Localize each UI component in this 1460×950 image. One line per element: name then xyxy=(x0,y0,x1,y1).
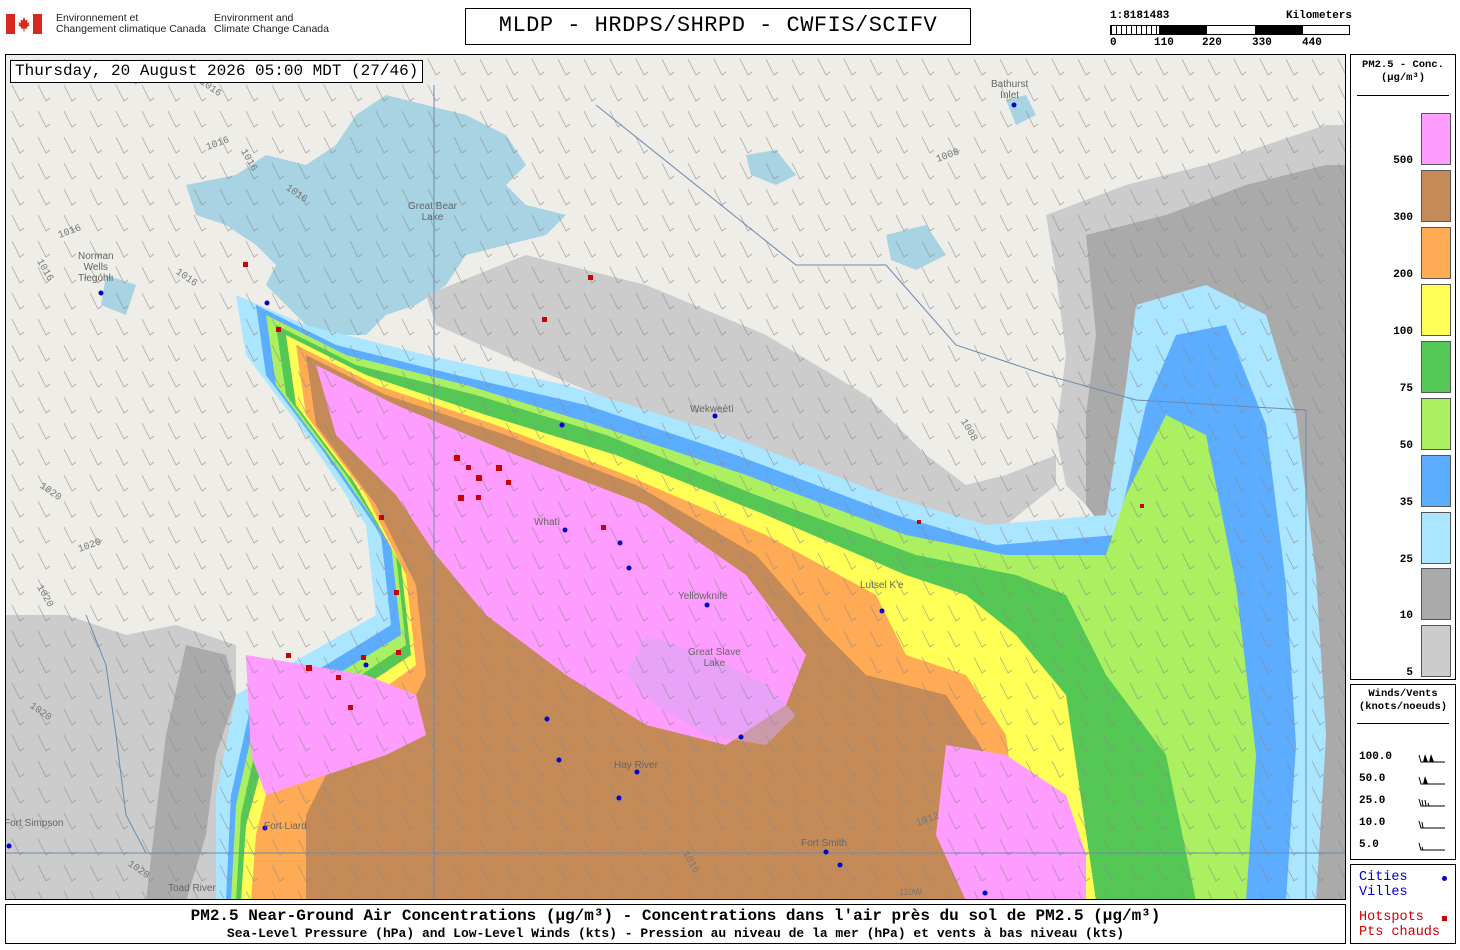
legend-swatch-10 xyxy=(1421,568,1451,620)
legend-level-label: 300 xyxy=(1393,212,1413,224)
wind-barb-icon xyxy=(1418,820,1445,829)
wind-legend-row: 25.0 xyxy=(1359,795,1451,811)
legend-level-label: 5 xyxy=(1406,667,1413,679)
wind-barbs xyxy=(6,55,1345,899)
scale-tick: 220 xyxy=(1202,37,1222,49)
legend-level-label: 10 xyxy=(1399,610,1413,622)
wind-speed-label: 25.0 xyxy=(1359,795,1386,807)
map-caption: PM2.5 Near-Ground Air Concentrations (µg… xyxy=(5,904,1346,944)
model-title: MLDP - HRDPS/SHRPD - CWFIS/SCIFV xyxy=(465,8,971,45)
legend-level-label: 25 xyxy=(1399,554,1413,566)
place-label: Great Bear Lake xyxy=(408,201,457,223)
legend-level-label: 200 xyxy=(1393,269,1413,281)
place-label: Toad River xyxy=(168,883,216,894)
scale-bar: 1:8181483 Kilometers 0 110 220 330 440 xyxy=(1110,10,1352,50)
legend-swatch-75 xyxy=(1421,341,1451,393)
caption-line-1: PM2.5 Near-Ground Air Concentrations (µg… xyxy=(190,907,1161,925)
wind-legend-row: 5.0 xyxy=(1359,839,1451,855)
government-name-french: Environnement et Changement climatique C… xyxy=(56,12,207,35)
wind-legend-row: 50.0 xyxy=(1359,773,1451,789)
legend-level-label: 100 xyxy=(1393,326,1413,338)
dispersion-map[interactable]: Bathurst Inlet Great Bear Lake Norman Well… xyxy=(5,54,1346,900)
wind-barb-icon xyxy=(1418,754,1445,763)
wind-legend-title: Winds/Vents (knots/noeuds) xyxy=(1358,688,1448,713)
map-canvas xyxy=(6,55,1345,899)
cities-label-en: Cities xyxy=(1359,870,1408,885)
wind-speed-label: 100.0 xyxy=(1359,751,1393,763)
wind-speed-label: 5.0 xyxy=(1359,839,1379,851)
scale-ratio: 1:8181483 xyxy=(1110,10,1170,22)
wind-speed-label: 10.0 xyxy=(1359,817,1386,829)
scale-tick: 0 xyxy=(1110,37,1117,49)
place-label: Fort Simpson xyxy=(5,818,64,829)
scale-unit: Kilometers xyxy=(1285,10,1352,22)
wind-barb-icon xyxy=(1418,842,1445,851)
legend-swatch-5 xyxy=(1421,625,1451,677)
caption-line-2: Sea-Level Pressure (hPa) and Low-Level W… xyxy=(226,926,1125,941)
place-label: Great Slave Lake xyxy=(688,647,741,669)
legend-level-label: 75 xyxy=(1399,383,1413,395)
graticule-label: 110W xyxy=(899,887,922,897)
wind-barb-icon xyxy=(1418,776,1445,785)
scale-tick: 330 xyxy=(1252,37,1272,49)
hotspot-square-icon xyxy=(1442,916,1447,921)
hotspots-label-fr: Pts chauds xyxy=(1359,925,1441,940)
place-label: Whatì xyxy=(534,517,561,528)
place-label: Hay River xyxy=(614,760,658,771)
place-label: Fort Liard xyxy=(264,821,307,832)
legend-swatch-300 xyxy=(1421,170,1451,222)
legend-level-label: 35 xyxy=(1399,497,1413,509)
scale-bar-segments xyxy=(1110,25,1350,35)
scale-tick: 110 xyxy=(1154,37,1174,49)
concentration-legend: PM2.5 - Conc. (µg/m³) 500 300 200 100 75 50 35… xyxy=(1350,54,1456,680)
wind-legend-row: 100.0 xyxy=(1359,751,1451,767)
legend-level-label: 50 xyxy=(1399,440,1413,452)
legend-swatch-200 xyxy=(1421,227,1451,279)
legend-level-label: 500 xyxy=(1393,155,1413,167)
scale-ticks: 0 110 220 330 440 xyxy=(1110,37,1350,49)
scale-tick: 440 xyxy=(1302,37,1322,49)
wind-legend-row: 10.0 xyxy=(1359,817,1451,833)
legend-swatch-35 xyxy=(1421,455,1451,507)
legend-swatch-500 xyxy=(1421,113,1451,165)
city-dot-icon xyxy=(1442,876,1447,881)
government-logo: Environnement et Changement climatique C… xyxy=(6,12,336,38)
legend-swatch-50 xyxy=(1421,398,1451,450)
points-legend: Cities Villes Hotspots Pts chauds xyxy=(1350,864,1456,944)
place-label: Norman Wells Tłegóhłı xyxy=(78,251,114,284)
wind-barb-icon xyxy=(1418,798,1445,807)
wind-speed-label: 50.0 xyxy=(1359,773,1386,785)
legend-swatch-100 xyxy=(1421,284,1451,336)
place-label: Fort Smith xyxy=(801,838,848,849)
hotspots-label-en: Hotspots xyxy=(1359,910,1424,925)
canada-flag-icon xyxy=(6,14,42,34)
place-label: Wekweètì xyxy=(690,404,734,415)
forecast-timestamp: Thursday, 20 August 2026 05:00 MDT (27/4… xyxy=(10,60,424,83)
place-label: Lutsel K'e xyxy=(860,580,904,591)
legend-swatch-25 xyxy=(1421,512,1451,564)
government-name-english: Environment and Climate Change Canada xyxy=(214,12,329,35)
wind-legend: Winds/Vents (knots/noeuds) 100.0 50.0 25.0… xyxy=(1350,684,1456,860)
concentration-legend-title: PM2.5 - Conc. (µg/m³) xyxy=(1362,59,1444,84)
place-label: Yellowknife xyxy=(678,591,728,602)
place-label: Bathurst Inlet xyxy=(991,79,1029,101)
cities-label-fr: Villes xyxy=(1359,885,1408,900)
